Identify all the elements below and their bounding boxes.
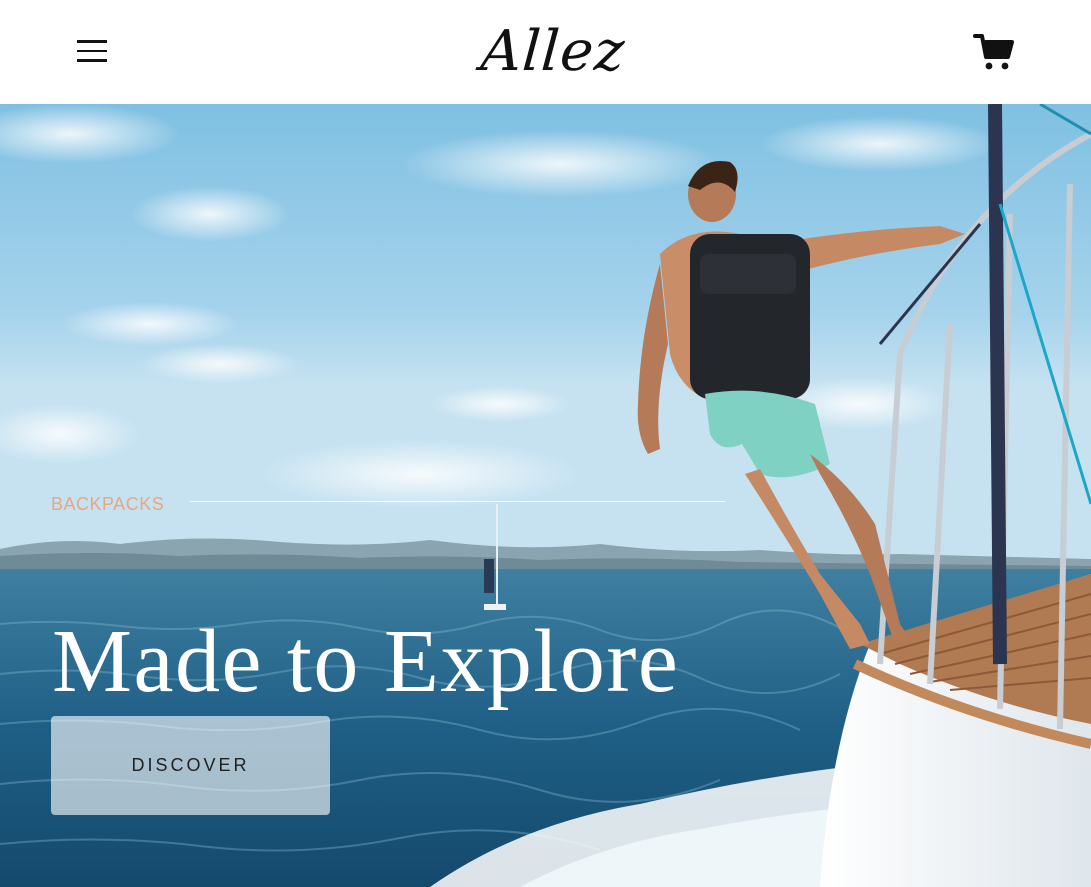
menu-button[interactable] xyxy=(74,36,110,66)
hamburger-menu-icon xyxy=(77,40,107,43)
shopping-cart-icon xyxy=(973,34,1014,70)
discover-button[interactable]: DISCOVER xyxy=(51,716,330,815)
site-header: Allez xyxy=(0,0,1091,104)
site-logo[interactable]: Allez xyxy=(453,18,654,86)
hero-category-label: BACKPACKS xyxy=(51,494,165,514)
cart-button[interactable] xyxy=(972,30,1016,74)
hero-banner: BACKPACKS Made to Explore DISCOVER xyxy=(0,104,1091,887)
hero-title: Made to Explore xyxy=(52,612,680,712)
category-divider xyxy=(190,501,725,502)
hamburger-menu-icon-bar xyxy=(77,49,107,52)
hamburger-menu-icon-bar xyxy=(77,59,107,62)
